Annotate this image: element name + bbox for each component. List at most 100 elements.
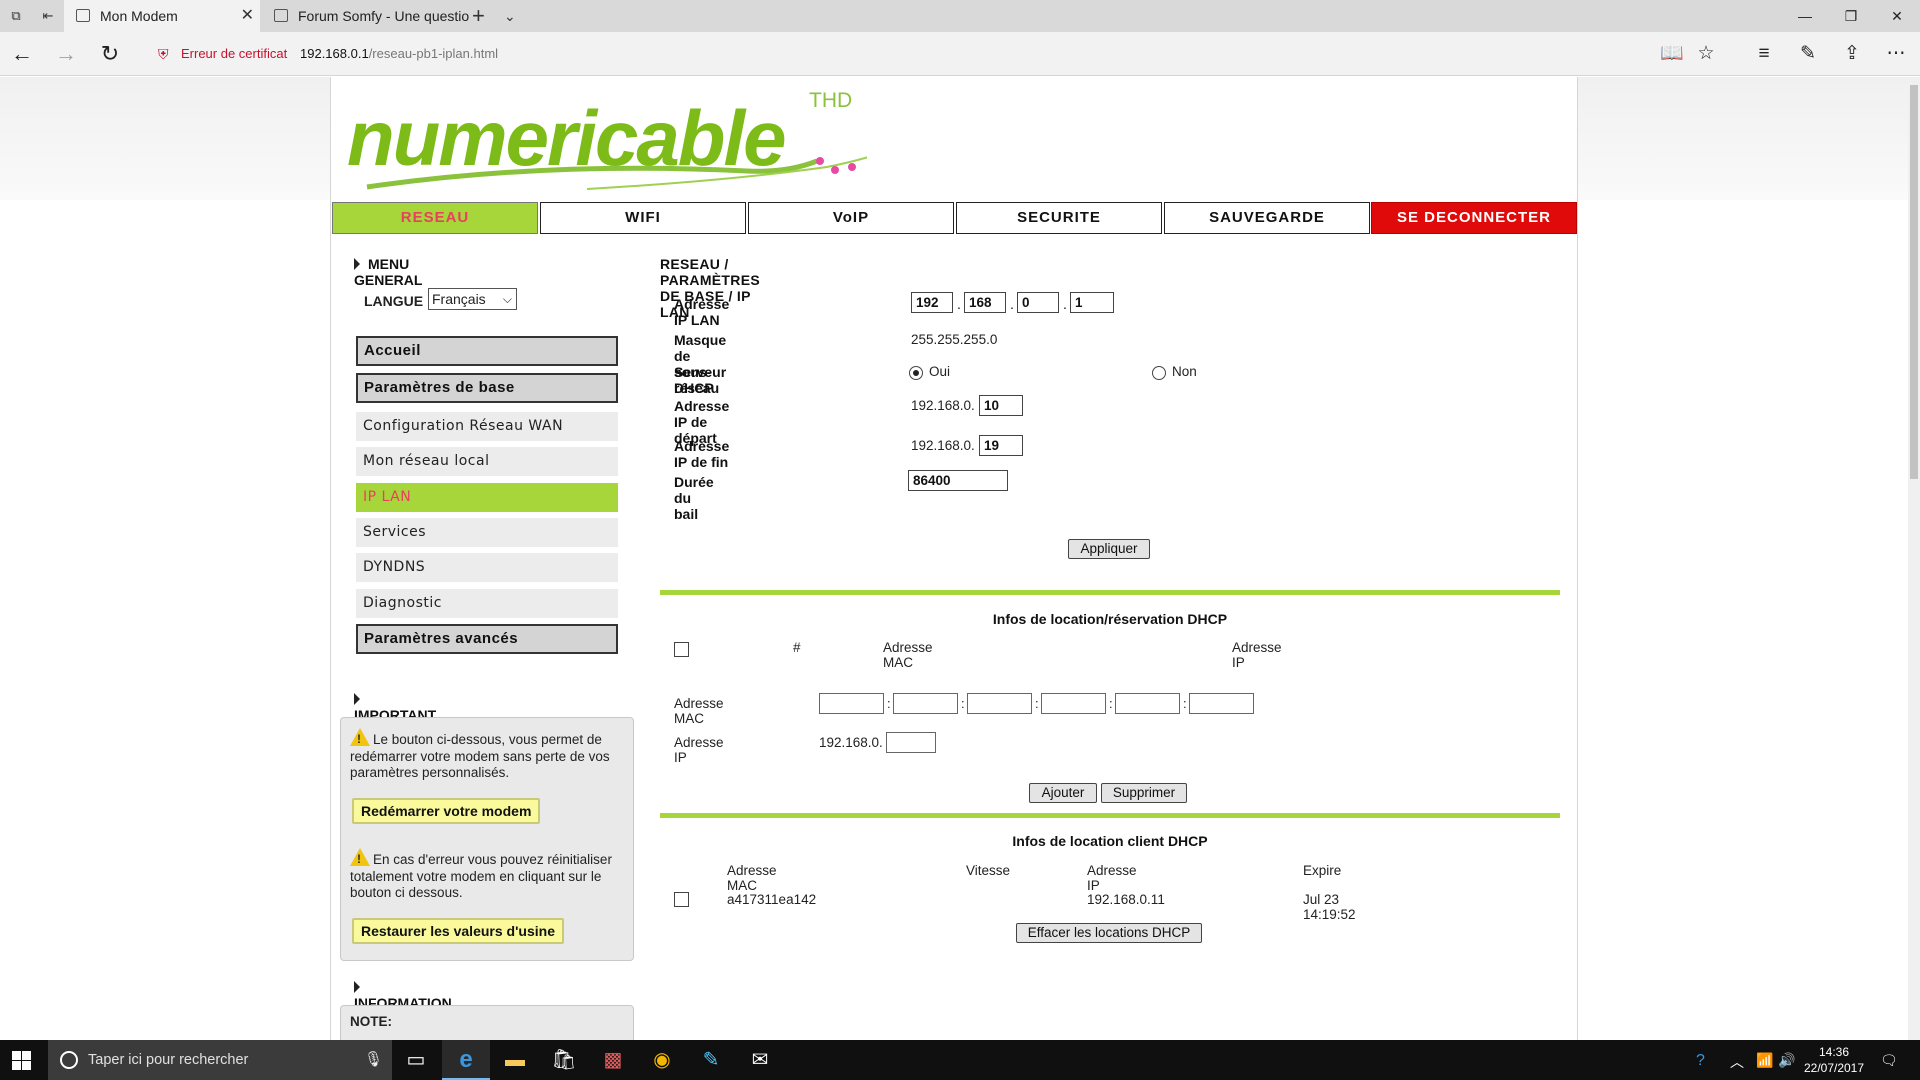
tab-title: Forum Somfy - Une questio	[298, 8, 470, 24]
store-icon[interactable]: 🛍	[540, 1040, 588, 1080]
mac-octet-6[interactable]	[1189, 693, 1254, 714]
task-view-icon[interactable]: ▭	[392, 1040, 440, 1080]
reservation-title: Infos de location/réservation DHCP	[992, 611, 1228, 627]
tab-title: Mon Modem	[100, 8, 178, 24]
numericable-logo[interactable]: numericable THD	[347, 89, 867, 197]
ip-dot: .	[1063, 296, 1067, 312]
chevron-down-icon[interactable]: ⌄	[504, 0, 516, 32]
start-ip-input[interactable]: 10	[979, 395, 1023, 416]
clear-dhcp-leases-button[interactable]: Effacer les locations DHCP	[1016, 923, 1202, 943]
reservation-select-all-checkbox[interactable]	[674, 642, 689, 657]
dhcp-oui-label: Oui	[929, 364, 951, 379]
mac-octet-2[interactable]	[893, 693, 958, 714]
chevron-up-icon[interactable]: ︿	[1730, 1052, 1744, 1072]
restore-icon[interactable]: ❐	[1828, 0, 1874, 32]
reading-view-icon[interactable]: 📖	[1660, 42, 1684, 66]
ip-lan-octet-3[interactable]: 0	[1017, 292, 1059, 313]
warning-icon	[350, 848, 370, 868]
url-field[interactable]: 192.168.0.1/reseau-pb1-iplan.html	[300, 46, 498, 61]
scrollbar[interactable]	[1908, 77, 1920, 1040]
reset-description: En cas d'erreur vous pouvez réinitialise…	[350, 852, 612, 900]
edge-icon[interactable]: e	[442, 1040, 490, 1080]
scrollbar-thumb[interactable]	[1910, 85, 1918, 479]
nav-reseau[interactable]: RESEAU	[332, 202, 538, 234]
back-arrow-icon[interactable]: ←	[10, 42, 34, 66]
reservation-ip-input[interactable]	[886, 732, 936, 753]
help-icon[interactable]: ?	[1696, 1052, 1705, 1070]
sidebar-item-ip-lan[interactable]: IP LAN	[356, 483, 618, 512]
main-navigation: RESEAU WIFI VoIP SECURITE SAUVEGARDE SE …	[332, 202, 1578, 236]
chrome-icon[interactable]: ◉	[638, 1040, 686, 1080]
photos-icon[interactable]: ▩	[589, 1040, 637, 1080]
reservation-col-ip: Adresse IP	[1232, 640, 1282, 670]
clock[interactable]: 14:36 22/07/2017	[1799, 1044, 1869, 1076]
mac-octet-3[interactable]	[967, 693, 1032, 714]
ip-lan-octet-1[interactable]: 192	[911, 292, 953, 313]
close-tab-icon[interactable]: ✕	[241, 0, 254, 32]
more-icon[interactable]: ⋯	[1884, 42, 1908, 66]
shield-icon[interactable]: ⛨	[158, 46, 174, 62]
restore-defaults-button[interactable]: Restaurer les valeurs d'usine	[352, 918, 564, 944]
certificate-error[interactable]: Erreur de certificat	[181, 46, 287, 61]
apply-button[interactable]: Appliquer	[1068, 539, 1150, 559]
nav-voip[interactable]: VoIP	[748, 202, 954, 234]
close-window-icon[interactable]: ✕	[1874, 0, 1920, 32]
clients-col-expire: Expire	[1303, 863, 1342, 878]
minimize-icon[interactable]: —	[1782, 0, 1828, 32]
app-icon[interactable]: ✎	[687, 1040, 735, 1080]
mac-octet-5[interactable]	[1115, 693, 1180, 714]
mac-octet-4[interactable]	[1041, 693, 1106, 714]
language-select[interactable]: Français ⌵	[428, 288, 517, 310]
tab-forum-somfy[interactable]: Forum Somfy - Une questio	[262, 0, 469, 32]
end-ip-input[interactable]: 19	[979, 435, 1023, 456]
hub-icon[interactable]: ≡	[1752, 42, 1776, 66]
file-explorer-icon[interactable]: ▬	[491, 1040, 539, 1080]
volume-icon[interactable]: 🔊	[1778, 1052, 1795, 1069]
sidebar-item-accueil[interactable]: Accueil	[356, 336, 618, 366]
sidebar-item-diagnostic[interactable]: Diagnostic	[356, 589, 618, 618]
nav-sauvegarde[interactable]: SAUVEGARDE	[1164, 202, 1370, 234]
cortana-icon	[60, 1051, 78, 1069]
page-icon	[76, 9, 90, 22]
share-icon[interactable]: ⇪	[1840, 42, 1864, 66]
lease-input[interactable]: 86400	[908, 470, 1008, 491]
ip-dot: .	[957, 296, 961, 312]
windows-start-icon[interactable]	[12, 1051, 31, 1070]
add-button[interactable]: Ajouter	[1029, 783, 1097, 803]
set-aside-tabs-icon[interactable]: ⇤	[40, 8, 56, 24]
dhcp-non-radio[interactable]	[1152, 366, 1166, 380]
favorite-star-icon[interactable]: ☆	[1694, 42, 1718, 66]
end-ip-prefix: 192.168.0.	[911, 438, 975, 453]
action-center-icon[interactable]: 🗨	[1880, 1052, 1898, 1069]
sidebar-item-parametres-de-base[interactable]: Paramètres de base	[356, 373, 618, 403]
taskbar: Taper ici pour rechercher 🎙 ▭ e ▬ 🛍 ▩ ◉ …	[0, 1040, 1920, 1080]
triangle-right-icon	[354, 693, 360, 705]
sidebar-item-dyndns[interactable]: DYNDNS	[356, 553, 618, 582]
sidebar-item-services[interactable]: Services	[356, 518, 618, 547]
microphone-icon[interactable]: 🎙	[364, 1050, 383, 1068]
refresh-icon[interactable]: ↻	[98, 42, 122, 66]
forward-arrow-icon[interactable]: →	[54, 42, 78, 66]
delete-button[interactable]: Supprimer	[1101, 783, 1187, 803]
nav-securite[interactable]: SECURITE	[956, 202, 1162, 234]
nav-wifi[interactable]: WIFI	[540, 202, 746, 234]
new-tab-icon[interactable]: +	[472, 0, 485, 32]
reboot-modem-button[interactable]: Redémarrer votre modem	[352, 798, 541, 824]
mail-icon[interactable]: ✉	[736, 1040, 784, 1080]
language-value: Français	[432, 291, 486, 307]
network-icon[interactable]: 📶	[1756, 1052, 1773, 1069]
web-note-icon[interactable]: ✎	[1796, 42, 1820, 66]
sidebar-item-parametres-avances[interactable]: Paramètres avancés	[356, 624, 618, 654]
reservation-ip-prefix: 192.168.0.	[819, 735, 883, 750]
nav-se-deconnecter[interactable]: SE DECONNECTER	[1371, 202, 1577, 234]
taskbar-search[interactable]: Taper ici pour rechercher 🎙	[48, 1040, 392, 1080]
dhcp-oui-radio[interactable]	[909, 366, 923, 380]
ip-lan-octet-2[interactable]: 168	[964, 292, 1006, 313]
ip-lan-octet-4[interactable]: 1	[1070, 292, 1114, 313]
mac-octet-1[interactable]	[819, 693, 884, 714]
sidebar-item-mon-reseau-local[interactable]: Mon réseau local	[356, 447, 618, 476]
tab-mon-modem[interactable]: Mon Modem ✕	[64, 0, 260, 32]
sidebar-item-configuration-wan[interactable]: Configuration Réseau WAN	[356, 412, 618, 441]
tab-preview-icon[interactable]: ⧉	[8, 8, 24, 24]
client-row-checkbox[interactable]	[674, 892, 689, 907]
